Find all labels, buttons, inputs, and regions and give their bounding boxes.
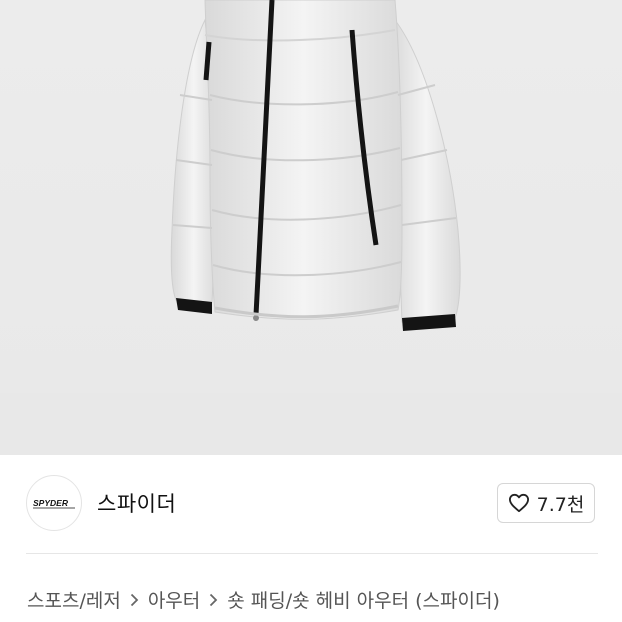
heart-icon <box>508 493 529 513</box>
spyder-logo-icon: SPYDER <box>33 498 75 509</box>
svg-text:SPYDER: SPYDER <box>33 498 69 508</box>
breadcrumb-item-current[interactable]: 숏 패딩/숏 헤비 아우터 (스파이더) <box>227 586 500 613</box>
breadcrumb: 스포츠/레저 아우터 숏 패딩/숏 헤비 아우터 (스파이더) <box>27 586 500 613</box>
like-button[interactable]: 7.7천 <box>497 483 595 523</box>
chevron-right-icon <box>209 593 218 607</box>
brand-logo[interactable]: SPYDER <box>26 475 82 531</box>
breadcrumb-item-subcategory[interactable]: 아우터 <box>148 586 200 613</box>
brand-row: SPYDER 스파이더 7.7천 <box>0 470 622 540</box>
product-image[interactable] <box>0 0 622 455</box>
breadcrumb-item-category[interactable]: 스포츠/레저 <box>27 586 121 613</box>
divider <box>26 553 598 554</box>
chevron-right-icon <box>130 593 139 607</box>
brand-name[interactable]: 스파이더 <box>97 488 176 518</box>
like-count: 7.7천 <box>536 493 585 516</box>
jacket-illustration <box>170 0 461 331</box>
